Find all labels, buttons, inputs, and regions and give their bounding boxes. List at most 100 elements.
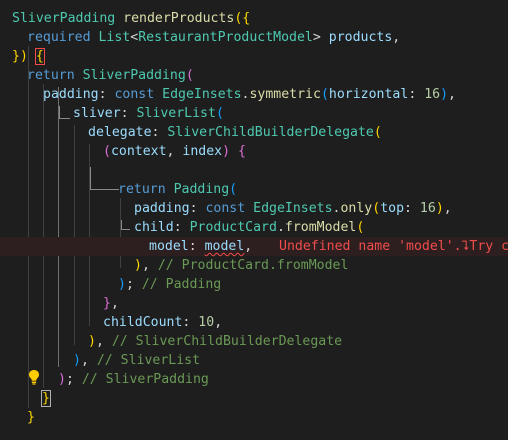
- code-token: 16: [424, 87, 441, 102]
- code-line[interactable]: padding: const EdgeInsets.symmetric(hori…: [0, 85, 508, 104]
- code-line[interactable]: return Padding(: [0, 180, 508, 199]
- code-token: products: [328, 30, 393, 45]
- code-token: return: [27, 68, 75, 83]
- line-content: SliverPadding renderProducts({: [12, 9, 250, 28]
- code-token: (: [229, 182, 238, 197]
- code-token: 10: [198, 315, 215, 330]
- code-token: }: [103, 296, 111, 311]
- code-token: context: [110, 144, 167, 159]
- code-token: ;: [125, 277, 142, 292]
- code-token: return: [118, 182, 166, 197]
- code-token: }: [41, 390, 51, 407]
- inline-error-message[interactable]: Undefined name 'model'.⮧Try co: [279, 237, 508, 256]
- code-token: SliverChildBuilderDelegate: [167, 125, 374, 140]
- code-token: index: [182, 144, 223, 159]
- line-content: return SliverPadding(: [27, 66, 194, 85]
- code-token: sliver: [73, 106, 121, 121]
- code-token: :: [408, 87, 425, 102]
- code-token: {: [34, 48, 45, 65]
- code-line[interactable]: padding: const EdgeInsets.only(top: 16),: [0, 199, 508, 218]
- line-content: ); // SliverPadding: [58, 370, 209, 389]
- code-token: child: [134, 220, 174, 235]
- code-line[interactable]: }: [0, 408, 508, 427]
- code-token: RestaurantProductModel: [138, 30, 313, 45]
- code-token: ): [118, 277, 126, 292]
- code-line[interactable]: child: ProductCard.fromModel(: [0, 218, 508, 237]
- line-content: (context, index) {: [103, 142, 246, 161]
- code-token: ): [435, 201, 444, 216]
- code-token: // SliverPadding: [81, 372, 209, 387]
- code-token: const: [114, 87, 155, 102]
- code-token: :: [189, 201, 206, 216]
- code-token: :: [98, 87, 115, 102]
- code-token: (: [372, 201, 381, 216]
- code-line[interactable]: ), // SliverList: [0, 351, 508, 370]
- code-token: fromModel: [284, 220, 357, 235]
- code-token: <: [130, 30, 139, 45]
- code-token: ): [88, 334, 96, 349]
- code-token: (: [103, 144, 111, 159]
- code-token: required: [27, 30, 91, 45]
- code-token: ): [58, 372, 66, 387]
- lightbulb-icon[interactable]: [27, 369, 41, 385]
- code-token: List: [98, 30, 131, 45]
- code-token: // Padding: [141, 277, 222, 292]
- code-line[interactable]: [0, 161, 508, 180]
- code-token: Padding: [173, 182, 230, 197]
- code-token: (: [320, 87, 329, 102]
- code-token: }): [12, 49, 28, 64]
- code-token: (: [215, 106, 224, 121]
- code-line[interactable]: ), // ProductCard.fromModel: [0, 256, 508, 275]
- code-line[interactable]: SliverPadding renderProducts({: [0, 9, 508, 28]
- code-line[interactable]: childCount: 10,: [0, 313, 508, 332]
- code-token: ,: [80, 353, 97, 368]
- code-token: (: [185, 68, 194, 83]
- code-line[interactable]: return SliverPadding(: [0, 66, 508, 85]
- code-editor[interactable]: SliverPadding renderProducts({ required …: [0, 0, 508, 440]
- code-token: padding: [43, 87, 99, 102]
- undefined-identifier: model: [204, 239, 245, 254]
- line-content: }) {: [12, 47, 45, 66]
- line-content: delegate: SliverChildBuilderDelegate(: [88, 123, 382, 142]
- code-token: EdgeInsets: [253, 201, 333, 216]
- code-token: symmetric: [249, 87, 321, 102]
- code-token: model: [149, 239, 189, 254]
- code-token: :: [173, 220, 190, 235]
- code-line[interactable]: required List<RestaurantProductModel> pr…: [0, 28, 508, 47]
- code-line[interactable]: ), // SliverChildBuilderDelegate: [0, 332, 508, 351]
- line-content: sliver: SliverList(: [73, 104, 224, 123]
- code-line[interactable]: }: [0, 389, 508, 408]
- code-line[interactable]: ); // Padding: [0, 275, 508, 294]
- code-token: ProductCard: [189, 220, 277, 235]
- code-line[interactable]: }) {: [0, 47, 508, 66]
- code-token: :: [151, 125, 168, 140]
- code-token: ;: [65, 372, 82, 387]
- line-content: child: ProductCard.fromModel(: [134, 218, 364, 237]
- code-token: >: [312, 30, 329, 45]
- code-token: padding: [134, 201, 190, 216]
- code-line-error[interactable]: model: model, Undefined name 'model'.⮧Tr…: [0, 237, 508, 256]
- code-token: ): [440, 87, 449, 102]
- line-content: ), // ProductCard.fromModel: [134, 256, 348, 275]
- code-line[interactable]: ); // SliverPadding: [0, 370, 508, 389]
- code-line[interactable]: (context, index) {: [0, 142, 508, 161]
- code-token: }: [27, 410, 35, 425]
- code-line[interactable]: delegate: SliverChildBuilderDelegate(: [0, 123, 508, 142]
- code-token: ,: [141, 258, 158, 273]
- code-line[interactable]: sliver: SliverList(: [0, 104, 508, 123]
- line-content: },: [103, 294, 119, 313]
- code-token: {: [238, 144, 246, 159]
- code-token: horizontal: [328, 87, 409, 102]
- code-token: top: [380, 201, 405, 216]
- code-token: // SliverChildBuilderDelegate: [111, 334, 343, 349]
- code-token: ,: [214, 315, 223, 330]
- code-token: // ProductCard.fromModel: [157, 258, 349, 273]
- code-line[interactable]: },: [0, 294, 508, 313]
- line-content: return Padding(: [118, 180, 237, 199]
- code-token: 16: [419, 201, 436, 216]
- code-token: ,: [95, 334, 112, 349]
